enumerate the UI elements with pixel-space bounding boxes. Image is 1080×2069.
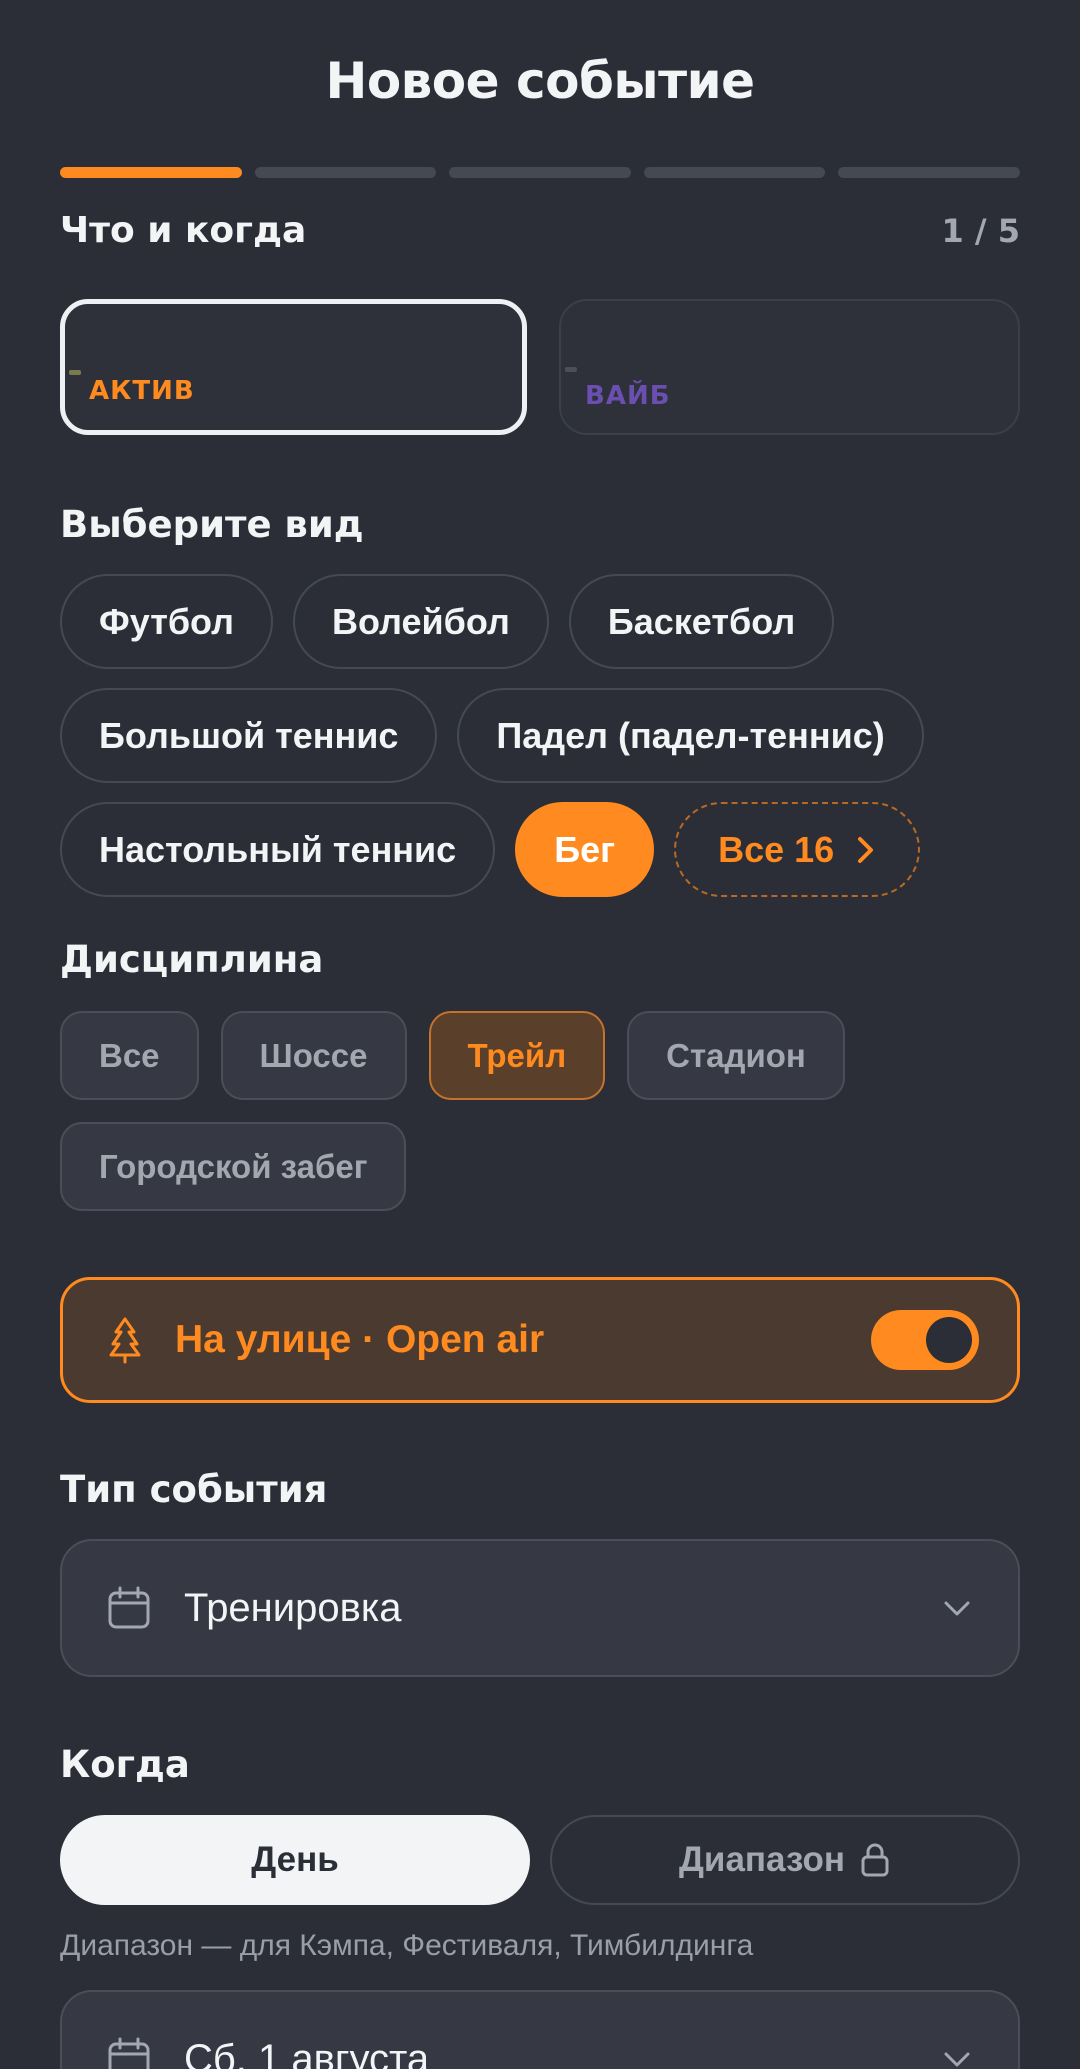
mode-label-vibe: ВАЙБ [585, 381, 671, 411]
discipline-chip-trail[interactable]: Трейл [428, 1011, 606, 1100]
sport-chip-basketball[interactable]: Баскетбол [568, 574, 835, 669]
chevron-right-icon [858, 836, 874, 863]
sport-section-label: Выберите вид [60, 503, 364, 546]
show-all-sports-button[interactable]: Все 16 [674, 802, 921, 897]
date-value: Сб, 1 августа [184, 2036, 430, 2069]
sport-chip-running[interactable]: Бег [515, 802, 655, 897]
step-title: Что и когда [60, 210, 307, 251]
sport-chip-padel[interactable]: Падел (падел-теннис) [457, 688, 924, 783]
when-option-day-label: День [251, 1840, 339, 1879]
calendar-icon [108, 1586, 150, 1629]
page-title: Новое событие [325, 52, 755, 110]
date-select[interactable]: Сб, 1 августа [60, 1990, 1020, 2069]
step-counter: 1 / 5 [941, 211, 1021, 250]
outdoor-label: На улице · Open air [175, 1318, 545, 1361]
when-segmented-control: День Диапазон [60, 1815, 1020, 1905]
new-event-screen: Новое событие Что и когда 1 / 5 АКТИВ ВА… [0, 0, 1080, 2069]
discipline-chip-stadium[interactable]: Стадион [627, 1011, 845, 1100]
when-option-range-label: Диапазон [679, 1840, 845, 1879]
when-hint: Диапазон — для Кэмпа, Фестиваля, Тимбилд… [60, 1929, 754, 1962]
progress-segment-5 [838, 167, 1020, 178]
event-type-select[interactable]: Тренировка [60, 1539, 1020, 1677]
mode-card-aktiv[interactable]: АКТИВ [60, 299, 527, 435]
mode-card-vibe[interactable]: ВАЙБ [559, 299, 1020, 435]
tree-icon [109, 1317, 141, 1364]
discipline-chips: Все Шоссе Трейл Стадион Городской забег [60, 1011, 1020, 1211]
progress-segment-2 [254, 167, 437, 178]
when-label: Когда [60, 1743, 190, 1786]
show-all-label: Все 16 [718, 828, 835, 870]
sport-chip-football[interactable]: Футбол [60, 574, 274, 669]
sport-chip-table-tennis[interactable]: Настольный теннис [60, 802, 496, 897]
when-option-range[interactable]: Диапазон [550, 1815, 1020, 1905]
calendar-icon [108, 2037, 150, 2069]
sport-chip-tennis[interactable]: Большой теннис [60, 688, 438, 783]
chevron-down-icon [944, 2052, 970, 2067]
sport-chip-volleyball[interactable]: Волейбол [293, 574, 549, 669]
mode-accent-mark [565, 367, 577, 372]
discipline-chip-all[interactable]: Все [60, 1011, 199, 1100]
event-type-value: Тренировка [184, 1585, 402, 1630]
switch-knob [926, 1317, 972, 1363]
mode-label-aktiv: АКТИВ [89, 376, 195, 406]
when-option-day[interactable]: День [60, 1815, 530, 1905]
progress-segment-4 [643, 167, 826, 178]
mode-selector: АКТИВ ВАЙБ [60, 299, 1020, 435]
mode-accent-mark [69, 370, 81, 375]
outdoor-switch[interactable] [871, 1310, 979, 1370]
progress-segment-1 [60, 167, 242, 178]
outdoor-toggle-row[interactable]: На улице · Open air [60, 1277, 1020, 1403]
discipline-section-label: Дисциплина [60, 938, 324, 981]
discipline-chip-road[interactable]: Шоссе [220, 1011, 407, 1100]
step-header: Что и когда 1 / 5 [60, 210, 1020, 251]
progress-segment-3 [449, 167, 631, 178]
chevron-down-icon [944, 1601, 970, 1616]
sport-chips: Футбол Волейбол Баскетбол Большой теннис… [60, 574, 1020, 897]
step-progress [60, 167, 1020, 178]
discipline-chip-city-run[interactable]: Городской забег [60, 1122, 407, 1211]
event-type-label: Тип события [60, 1468, 328, 1511]
lock-icon [861, 1843, 889, 1877]
